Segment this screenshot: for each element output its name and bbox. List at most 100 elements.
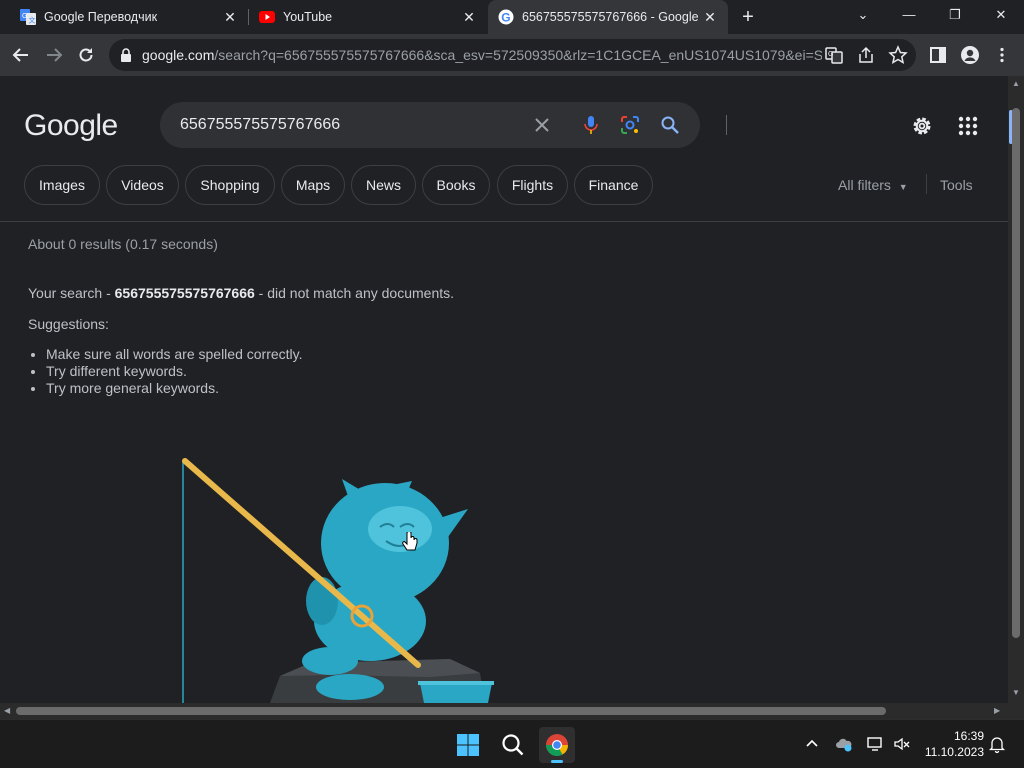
url-host: google.com xyxy=(142,47,215,63)
clock-time: 16:39 xyxy=(953,729,984,743)
forward-button[interactable] xyxy=(41,42,67,68)
lock-icon[interactable] xyxy=(120,48,132,62)
windows-logo-icon xyxy=(457,734,479,756)
avatar-icon xyxy=(961,46,979,64)
chip-finance[interactable]: Finance xyxy=(574,165,653,205)
reload-icon xyxy=(79,48,93,62)
vertical-scrollbar[interactable]: ▲ ▼ xyxy=(1008,76,1024,703)
clear-icon[interactable] xyxy=(532,115,552,135)
chip-shopping[interactable]: Shopping xyxy=(185,165,275,205)
tab-search-chevron-icon[interactable]: ⌄ xyxy=(840,0,886,34)
scroll-left-arrow-icon[interactable]: ◀ xyxy=(4,706,10,715)
taskbar-search-button[interactable] xyxy=(495,727,531,763)
search-icon[interactable] xyxy=(660,115,680,135)
search-results-page: Google 656755575575767666 Images Videos … xyxy=(0,76,1008,703)
search-icon xyxy=(502,734,524,756)
apps-grid-icon[interactable] xyxy=(956,114,980,138)
chrome-icon xyxy=(546,734,568,756)
suggestions-list: Make sure all words are spelled correctl… xyxy=(46,346,303,397)
share-icon[interactable] xyxy=(856,45,876,65)
tab-label: 656755575575767666 - Google xyxy=(522,10,699,24)
taskbar-chrome-button[interactable] xyxy=(539,727,575,763)
list-item: Try more general keywords. xyxy=(46,380,303,397)
url-path: /search?q=656755575575767666&sca_esv=572… xyxy=(214,47,822,63)
svg-text:G: G xyxy=(22,13,27,20)
search-input[interactable]: 656755575575767666 xyxy=(180,116,340,134)
scroll-right-arrow-icon[interactable]: ▶ xyxy=(994,706,1000,715)
svg-text:文: 文 xyxy=(29,16,36,25)
search-divider xyxy=(726,115,727,135)
horizontal-scrollbar[interactable]: ◀ ▶ xyxy=(0,703,1008,719)
google-logo[interactable]: Google xyxy=(24,109,118,143)
side-panel-icon xyxy=(930,47,946,63)
bookmark-star-icon[interactable] xyxy=(888,45,908,65)
tab-strip: G文 Google Переводчик ✕ YouTube ✕ G 65675… xyxy=(0,0,1024,34)
browser-toolbar: google.com/search?q=656755575575767666&s… xyxy=(0,34,1024,76)
scrollbar-corner xyxy=(1008,703,1024,719)
no-match-suffix: - did not match any documents. xyxy=(254,285,455,301)
microphone-icon[interactable] xyxy=(581,115,601,135)
close-icon[interactable]: ✕ xyxy=(702,9,718,25)
tab-google-search[interactable]: G 656755575575767666 - Google ✕ xyxy=(488,0,728,34)
dropdown-arrow-icon: ▼ xyxy=(898,182,908,192)
notification-bell-icon[interactable] xyxy=(988,735,1006,753)
list-item: Make sure all words are spelled correctl… xyxy=(46,346,303,363)
horizontal-scroll-thumb[interactable] xyxy=(16,707,886,715)
volume-muted-icon[interactable] xyxy=(893,735,911,753)
close-icon[interactable]: ✕ xyxy=(461,9,477,25)
gear-icon[interactable] xyxy=(910,114,934,138)
reload-button[interactable] xyxy=(73,42,99,68)
start-button[interactable] xyxy=(450,727,486,763)
chip-books[interactable]: Books xyxy=(422,165,490,205)
close-window-button[interactable]: ✕ xyxy=(978,0,1024,34)
back-button[interactable] xyxy=(8,42,34,68)
scroll-down-arrow-icon[interactable]: ▼ xyxy=(1012,688,1020,697)
svg-text:G: G xyxy=(828,51,833,58)
maximize-button[interactable]: ❐ xyxy=(932,0,978,34)
fishing-creature-illustration xyxy=(182,458,494,703)
network-icon[interactable] xyxy=(866,735,884,753)
chip-maps[interactable]: Maps xyxy=(281,165,345,205)
mouse-cursor-icon xyxy=(402,532,418,551)
close-icon[interactable]: ✕ xyxy=(222,9,238,25)
tab-youtube[interactable]: YouTube ✕ xyxy=(249,0,487,34)
tools-button[interactable]: Tools xyxy=(940,177,973,193)
svg-text:G: G xyxy=(501,11,510,25)
system-clock[interactable]: 16:39 11.10.2023 xyxy=(918,728,984,760)
scroll-up-arrow-icon[interactable]: ▲ xyxy=(1012,79,1020,88)
browser-menu-button[interactable] xyxy=(989,42,1015,68)
windows-taskbar: 16:39 11.10.2023 xyxy=(0,719,1024,768)
chip-images[interactable]: Images xyxy=(24,165,100,205)
tab-google-translate[interactable]: G文 Google Переводчик ✕ xyxy=(0,0,248,34)
suggestions-title: Suggestions: xyxy=(28,316,109,332)
all-filters-label: All filters xyxy=(838,177,891,193)
header-divider xyxy=(0,221,1008,222)
result-stats: About 0 results (0.17 seconds) xyxy=(28,236,218,252)
chevron-up-icon[interactable] xyxy=(803,735,821,753)
search-box[interactable]: 656755575575767666 xyxy=(160,102,727,148)
side-panel-button[interactable] xyxy=(925,42,951,68)
minimize-button[interactable]: — xyxy=(886,0,932,34)
all-filters-button[interactable]: All filters ▼ xyxy=(838,177,908,193)
tab-label: Google Переводчик xyxy=(44,10,158,24)
no-match-prefix: Your search - xyxy=(28,285,115,301)
onedrive-icon[interactable] xyxy=(835,735,853,753)
url-text[interactable]: google.com/search?q=656755575575767666&s… xyxy=(142,47,822,63)
arrow-right-icon xyxy=(47,48,63,62)
google-lens-icon[interactable] xyxy=(620,115,640,135)
arrow-left-icon xyxy=(12,48,28,62)
list-item: Try different keywords. xyxy=(46,363,303,380)
chip-flights[interactable]: Flights xyxy=(497,165,568,205)
google-translate-icon: G文 xyxy=(20,9,36,25)
tab-label: YouTube xyxy=(283,10,333,24)
filters-divider xyxy=(926,174,927,194)
translate-icon[interactable]: G xyxy=(824,45,844,65)
profile-button[interactable] xyxy=(957,42,983,68)
chip-news[interactable]: News xyxy=(351,165,416,205)
chip-videos[interactable]: Videos xyxy=(106,165,179,205)
new-tab-button[interactable]: + xyxy=(736,5,760,29)
more-vert-icon xyxy=(1000,47,1004,63)
address-bar[interactable]: google.com/search?q=656755575575767666&s… xyxy=(109,39,916,71)
vertical-scroll-thumb[interactable] xyxy=(1012,108,1020,638)
youtube-icon xyxy=(259,11,275,23)
